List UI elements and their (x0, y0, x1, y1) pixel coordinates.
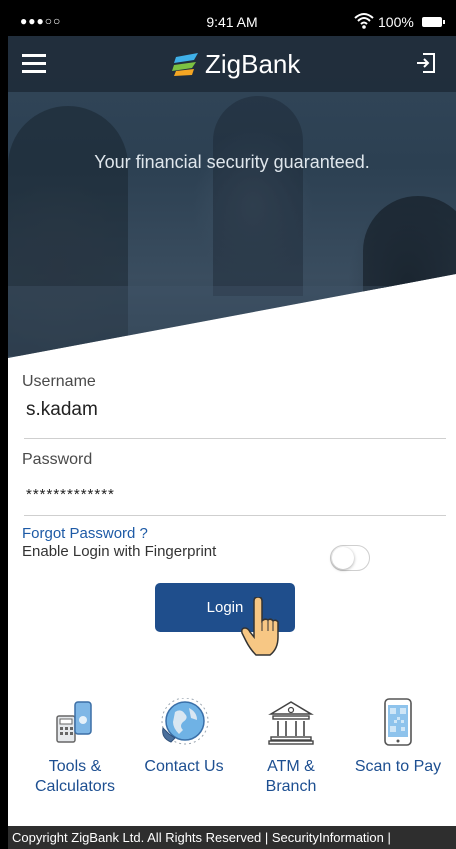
hero-tagline: Your financial security guaranteed. (94, 152, 370, 172)
bank-building-icon (268, 701, 314, 745)
globe-contact-icon (161, 698, 209, 745)
password-label: Password (22, 451, 93, 468)
contact-us-label: Contact Us (144, 758, 224, 775)
qr-phone-icon (384, 698, 412, 746)
app-header: ZigBank (8, 36, 456, 92)
username-input[interactable]: s.kadam (26, 399, 98, 421)
scan-to-pay-label: Scan to Pay (354, 758, 442, 775)
pointer-hand-icon (241, 597, 279, 656)
username-divider (24, 438, 446, 439)
atm-branch-link[interactable]: ATM & Branch (236, 698, 346, 797)
tools-calculators-label: Tools & Calculators (34, 758, 116, 795)
screen: ●●●○○ 9:41 AM 100% ZigBank Your financia… (8, 8, 456, 849)
zigbank-logo-icon (172, 53, 198, 76)
forgot-password-link[interactable]: Forgot Password ? (22, 525, 148, 542)
username-label: Username (22, 373, 96, 390)
wifi-icon (354, 13, 374, 29)
hero-person-center (213, 96, 303, 296)
password-divider (24, 515, 446, 516)
login-icon[interactable] (415, 52, 437, 74)
scan-to-pay-link[interactable]: Scan to Pay (343, 698, 453, 777)
calculator-phone-icon (56, 701, 92, 743)
hamburger-menu-icon[interactable] (22, 54, 46, 74)
fingerprint-toggle[interactable] (330, 545, 370, 571)
toggle-knob (332, 547, 354, 569)
atm-branch-label: ATM & Branch (265, 758, 317, 795)
tools-calculators-link[interactable]: Tools & Calculators (20, 698, 130, 797)
fingerprint-label: Enable Login with Fingerprint (22, 543, 217, 560)
contact-us-link[interactable]: Contact Us (129, 698, 239, 777)
app-logo-text: ZigBank (205, 49, 301, 79)
status-bar: ●●●○○ 9:41 AM 100% (8, 8, 456, 36)
phone-frame: ●●●○○ 9:41 AM 100% ZigBank Your financia… (0, 0, 456, 849)
hero-table (8, 286, 456, 358)
footer-bar: Copyright ZigBank Ltd. All Rights Reserv… (8, 826, 456, 849)
battery-percent: 100% (378, 14, 414, 30)
password-input[interactable]: ************* (26, 486, 115, 503)
battery-icon (422, 17, 445, 27)
